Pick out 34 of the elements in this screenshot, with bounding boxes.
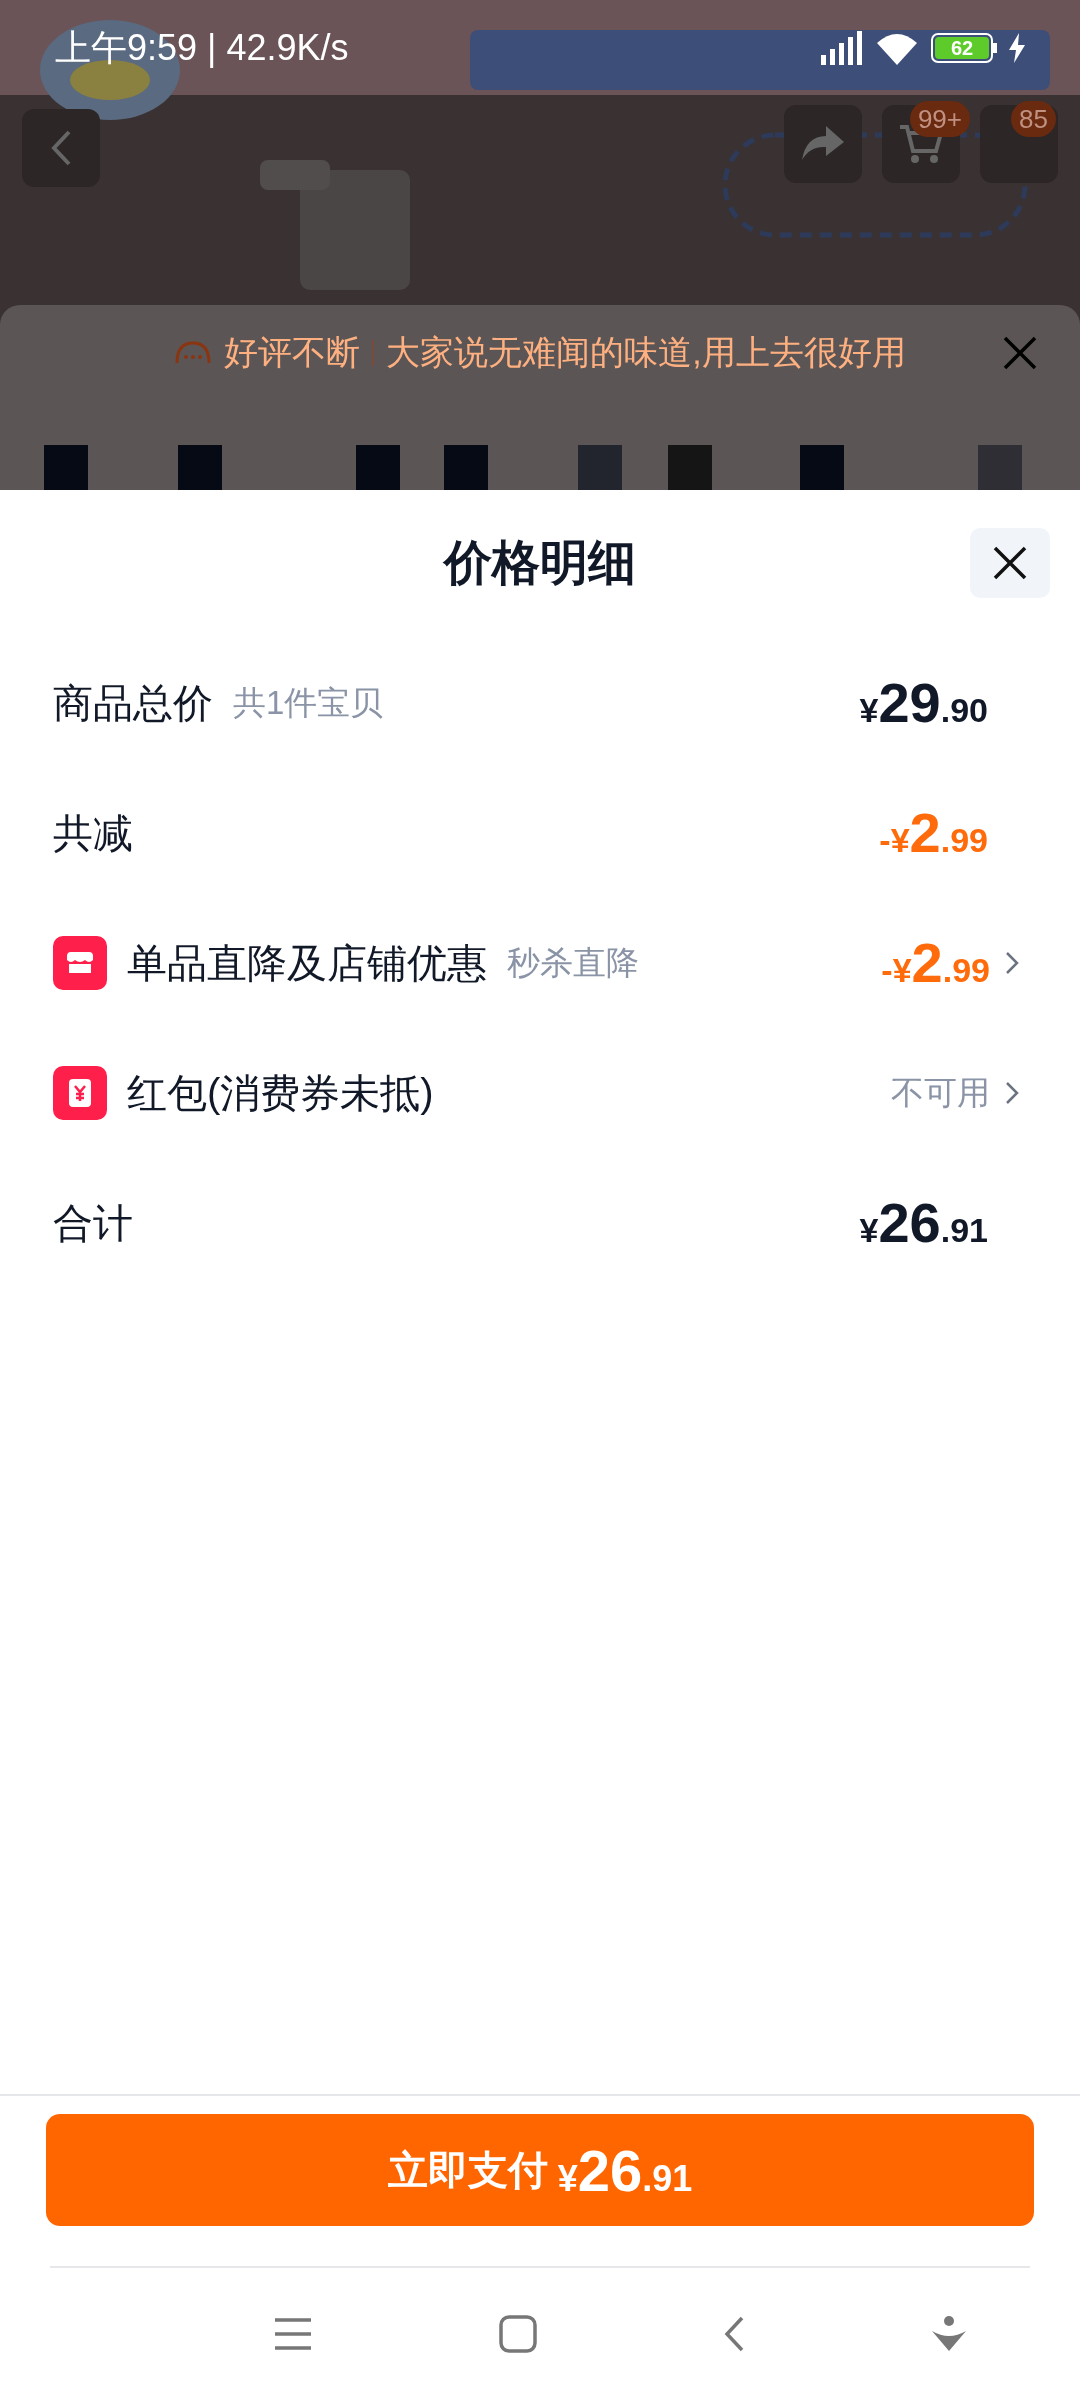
back-icon — [50, 128, 72, 167]
close-icon — [1002, 334, 1038, 371]
home-icon[interactable] — [499, 2315, 537, 2353]
banner-text: 大家说无难闻的味道,用上去很好用 — [386, 332, 906, 373]
back-icon[interactable] — [723, 2315, 745, 2353]
row-status: 不可用 — [891, 1073, 990, 1114]
sheet-title: 价格明细 — [444, 535, 636, 591]
pay-button[interactable]: 立即支付 ¥26.91 — [46, 2114, 1034, 2226]
envelope-icon — [53, 1066, 107, 1120]
close-icon — [992, 545, 1028, 581]
share-button[interactable] — [784, 105, 862, 183]
price: -¥2.99 — [881, 930, 990, 996]
row-label: 共减 — [53, 810, 133, 857]
close-button[interactable] — [970, 528, 1050, 598]
store-icon — [53, 936, 107, 990]
chevron-right-icon — [1004, 1080, 1020, 1106]
status-time: 上午9:59 | 42.9K/s — [55, 25, 349, 70]
price: -¥2.99 — [879, 800, 988, 866]
back-button[interactable] — [22, 108, 100, 187]
row-label: 单品直降及店铺优惠 — [127, 940, 487, 987]
battery-level: 62 — [950, 37, 974, 58]
price: ¥26.91 — [859, 1190, 988, 1256]
row-label: 商品总价 — [53, 680, 213, 727]
price: ¥26.91 — [557, 2136, 693, 2205]
charging-icon — [1009, 32, 1025, 63]
row-note: 共1件宝贝 — [233, 683, 384, 724]
row-label: 合计 — [53, 1200, 133, 1247]
menu-icon[interactable] — [273, 2317, 313, 2351]
row-label: 红包(消费券未抵) — [127, 1070, 434, 1117]
banner-tag: 好评不断 — [224, 327, 361, 378]
row-note: 秒杀直降 — [507, 943, 639, 984]
assistant-icon[interactable] — [931, 2315, 967, 2353]
chevron-right-icon — [1004, 950, 1020, 976]
price: ¥29.90 — [859, 670, 988, 736]
